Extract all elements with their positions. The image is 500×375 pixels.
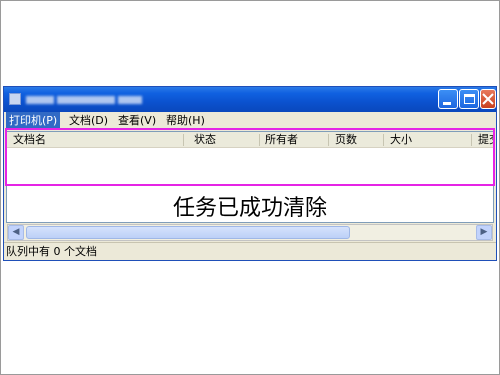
minimize-icon (443, 102, 451, 105)
scroll-right-button[interactable]: ▶ (476, 225, 492, 240)
printer-icon (9, 93, 21, 105)
close-button[interactable] (480, 89, 496, 109)
highlight-box (5, 128, 495, 186)
horizontal-scrollbar[interactable]: ◀ ▶ (7, 224, 493, 241)
scroll-thumb[interactable] (26, 226, 350, 239)
close-icon (482, 93, 494, 105)
maximize-icon (464, 94, 475, 104)
annotation-caption: 任务已成功清除 (172, 196, 327, 221)
status-bar: 队列中有 0 个文档 (4, 242, 496, 260)
scroll-left-button[interactable]: ◀ (8, 225, 24, 240)
title-bar[interactable] (4, 87, 496, 112)
chevron-right-icon: ▶ (480, 227, 488, 237)
window-title-obscured (118, 96, 142, 104)
window-title-obscured (26, 96, 54, 104)
window-title-obscured (57, 96, 115, 104)
maximize-button[interactable] (459, 89, 479, 109)
minimize-button[interactable] (438, 89, 458, 109)
status-text: 队列中有 0 个文档 (6, 245, 97, 258)
chevron-left-icon: ◀ (12, 227, 20, 237)
